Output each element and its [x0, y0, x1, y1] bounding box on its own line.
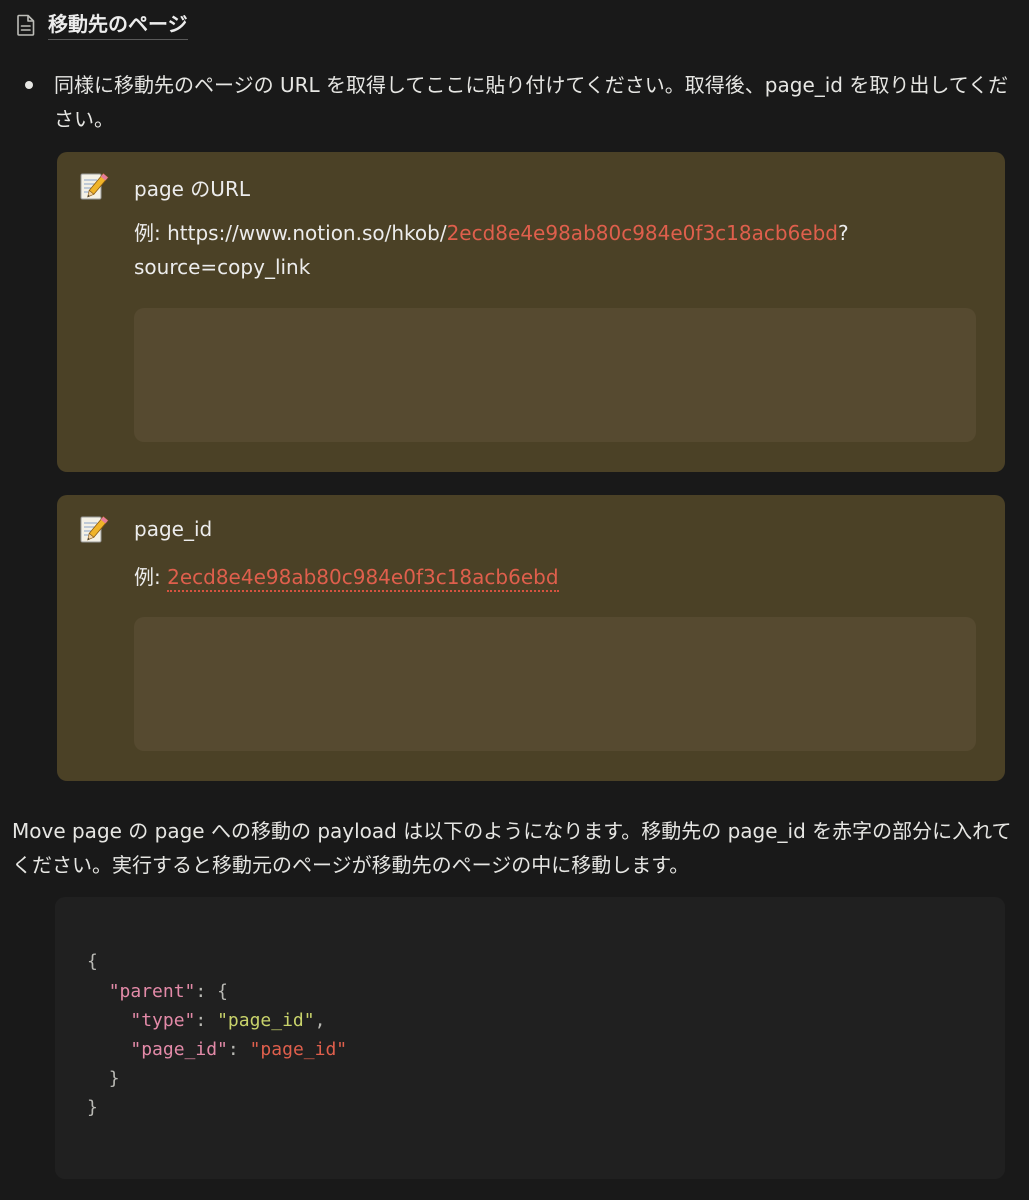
callout-heading: page_id	[134, 517, 213, 541]
payload-description: Move page の page への移動の payload は以下のようになり…	[12, 819, 1012, 877]
bullet-list-item: 同様に移動先のページの URL を取得してここに貼り付けてください。取得後、pa…	[20, 68, 1016, 136]
code-key-page-id: "page_id"	[130, 1039, 228, 1060]
bullet-text: 同様に移動先のページの URL を取得してここに貼り付けてください。取得後、pa…	[54, 73, 1009, 131]
code-outer-close: }	[87, 1097, 98, 1118]
example-page-id: 2ecd8e4e98ab80c984e0f3c18acb6ebd	[446, 221, 838, 245]
callout-example: 例: https://www.notion.so/hkob/2ecd8e4e98…	[134, 216, 964, 284]
code-key-parent: "parent"	[108, 981, 196, 1002]
example-prefix: 例: https://www.notion.so/hkob/	[134, 221, 447, 245]
bullet-dot	[25, 81, 33, 89]
page-id-input-area[interactable]	[134, 617, 976, 751]
callout-page-id: page_id 例: 2ecd8e4e98ab80c984e0f3c18acb6…	[57, 495, 1005, 781]
page-link-move-destination[interactable]: 移動先のページ	[14, 8, 188, 42]
code-line: {	[87, 951, 98, 972]
code-line: }	[87, 1068, 120, 1089]
code-key-type: "type"	[130, 1010, 196, 1031]
url-input-area[interactable]	[134, 308, 976, 442]
code-block-json[interactable]: { "parent": { "type": "page_id", "page_i…	[55, 897, 1005, 1179]
page-link-title: 移動先のページ	[48, 11, 188, 40]
callout-page-url: page のURL 例: https://www.notion.so/hkob/…	[57, 152, 1005, 472]
code-value-type: "page_id"	[217, 1010, 315, 1031]
callout-example: 例: 2ecd8e4e98ab80c984e0f3c18acb6ebd	[134, 560, 964, 594]
example-page-id[interactable]: 2ecd8e4e98ab80c984e0f3c18acb6ebd	[167, 565, 559, 592]
code-line: "page_id": "page_id"	[130, 1039, 348, 1060]
code-line: "parent": {	[108, 981, 228, 1002]
code-value-page-id: "page_id"	[249, 1039, 348, 1060]
callout-heading: page のURL	[134, 177, 250, 201]
page-document-icon	[14, 12, 38, 38]
memo-pencil-icon	[79, 513, 109, 545]
code-open-brace: {	[87, 951, 98, 972]
code-inner-close: }	[108, 1068, 120, 1089]
code-line: }	[87, 1097, 98, 1118]
example-prefix: 例:	[134, 565, 168, 589]
memo-pencil-icon	[79, 170, 109, 202]
code-line: "type": "page_id",	[130, 1010, 326, 1031]
